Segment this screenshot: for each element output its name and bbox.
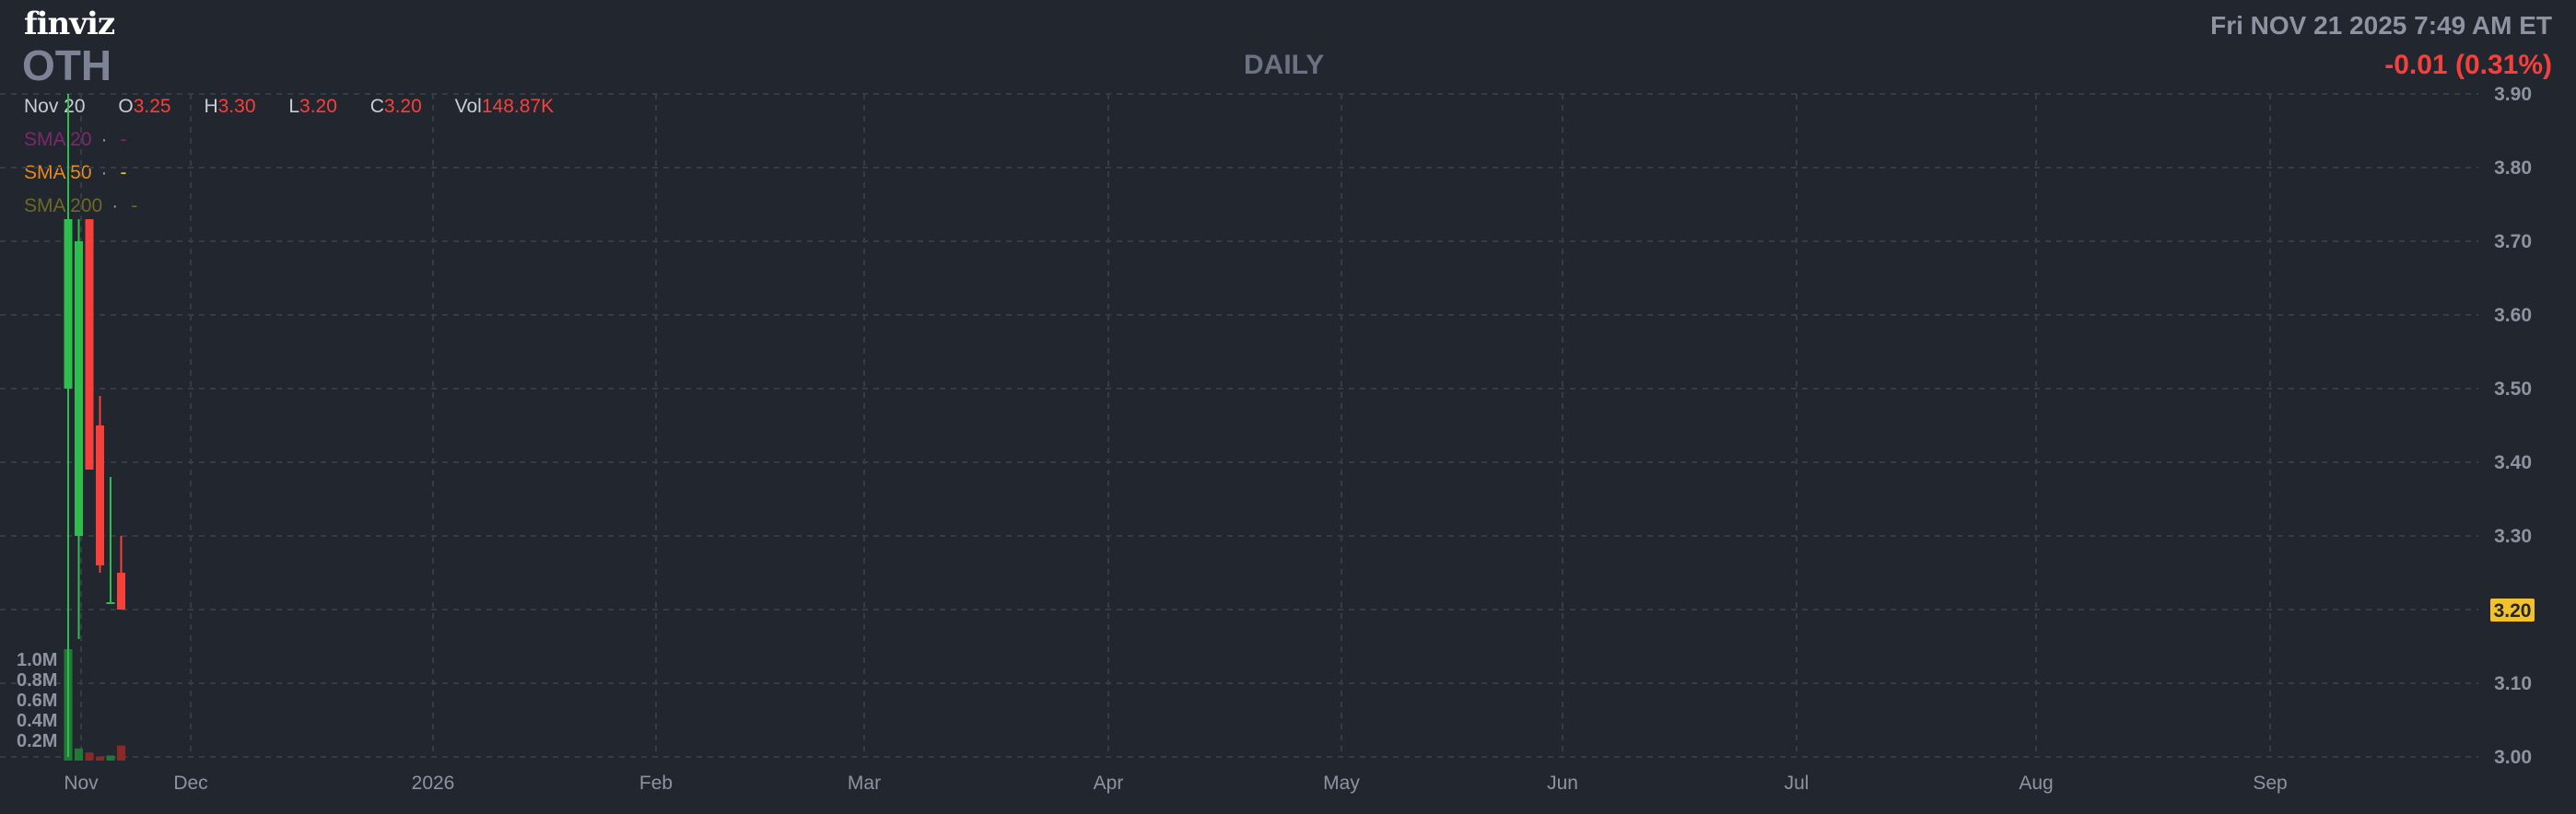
x-tick-label: Nov xyxy=(64,773,99,794)
candle-body xyxy=(106,602,115,604)
candle-body xyxy=(64,219,73,389)
volume-tick-label: 1.0M xyxy=(17,650,57,670)
y-tick-label: 3.10 xyxy=(2494,673,2532,694)
x-tick-label: Aug xyxy=(2019,773,2053,794)
x-tick-label: Mar xyxy=(848,773,881,794)
volume-tick-label: 0.8M xyxy=(17,670,57,691)
y-tick-label: 3.00 xyxy=(2494,747,2532,768)
candle-body xyxy=(96,425,104,565)
y-tick-label: 3.40 xyxy=(2494,452,2532,473)
volume-tick-label: 0.4M xyxy=(17,711,57,731)
last-price-label: 3.20 xyxy=(2494,600,2532,622)
y-tick-label: 3.60 xyxy=(2494,305,2532,326)
candle-body xyxy=(85,219,94,470)
x-tick-label: Sep xyxy=(2253,773,2287,794)
y-tick-label: 3.70 xyxy=(2494,231,2532,252)
x-tick-label: May xyxy=(1323,773,1360,794)
y-tick-label: 3.30 xyxy=(2494,526,2532,547)
y-tick-label: 3.80 xyxy=(2494,157,2532,179)
y-tick-label: 3.50 xyxy=(2494,378,2532,400)
y-tick-label: 3.90 xyxy=(2494,84,2532,105)
x-tick-label: Feb xyxy=(639,773,673,794)
x-tick-label: Apr xyxy=(1094,773,1124,794)
x-tick-label: Jun xyxy=(1547,773,1578,794)
volume-bar xyxy=(106,755,115,761)
volume-bar xyxy=(75,748,83,761)
candle-body xyxy=(117,573,125,610)
x-tick-label: Dec xyxy=(173,773,207,794)
volume-tick-label: 0.6M xyxy=(17,691,57,711)
volume-bar xyxy=(117,745,125,761)
candle-body xyxy=(75,241,83,536)
price-chart[interactable]: 3.00 3.10 3.20 3.30 3.40 3.50 3.60 3.70 3.80 3.90… xyxy=(0,0,2576,814)
volume-bar xyxy=(96,756,104,761)
x-tick-label: Jul xyxy=(1785,773,1809,794)
x-tick-label: 2026 xyxy=(412,773,455,794)
volume-tick-label: 0.2M xyxy=(17,731,57,751)
volume-bar xyxy=(85,752,94,761)
